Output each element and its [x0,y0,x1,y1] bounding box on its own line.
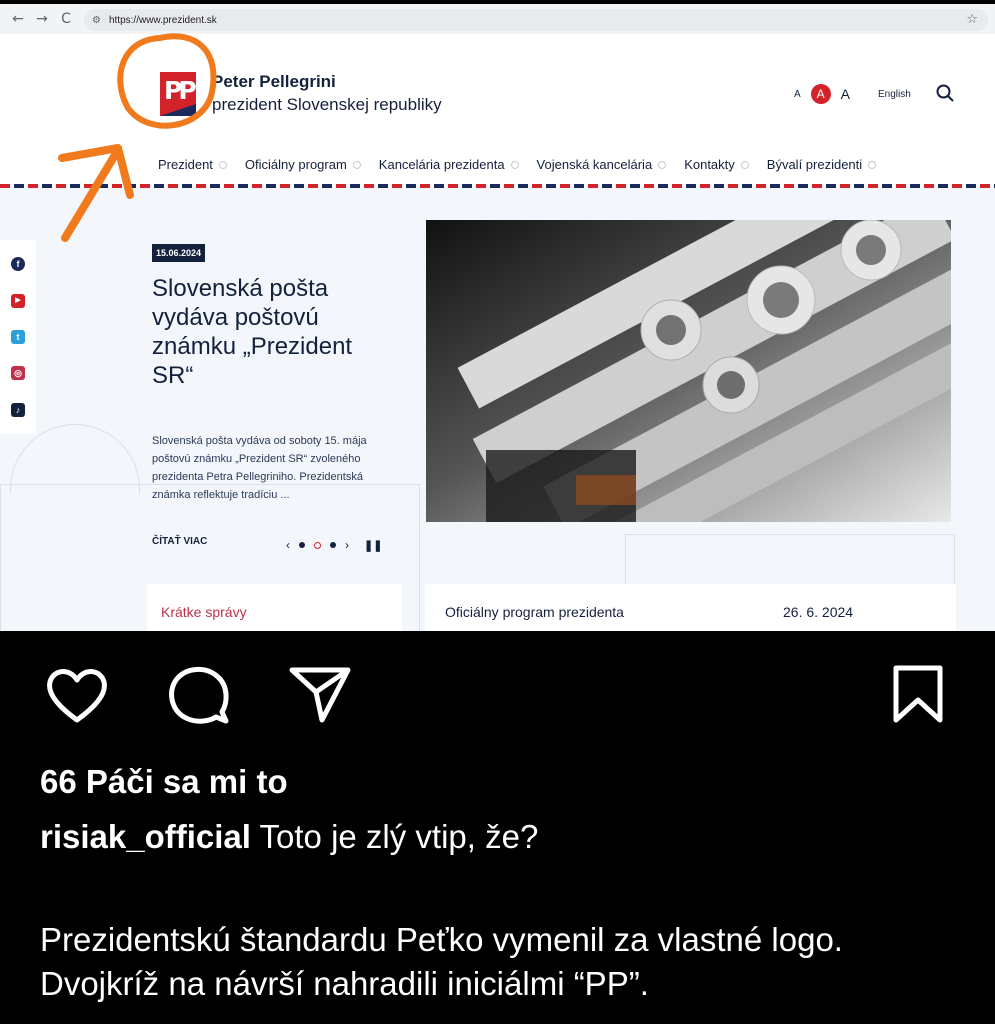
chevron-down-icon [352,160,361,169]
main-navigation: Prezident Oficiálny program Kancelária p… [158,157,877,172]
nav-item-label: Oficiálny program [244,157,347,172]
tiktok-icon[interactable]: ♪ [11,402,25,417]
official-program-date: 26. 6. 2024 [783,604,854,620]
bookmark-save-icon[interactable] [888,664,948,726]
background-dome-outline [10,424,140,494]
logo-initials: PP [164,76,197,105]
address-bar[interactable]: ⚙ https://www.prezident.sk ☆ [84,9,988,31]
nav-item-kontakty[interactable]: Kontakty [684,157,749,172]
site-info-icon[interactable]: ⚙ [92,15,101,26]
article-excerpt: Slovenská pošta vydáva od soboty 15. máj… [152,435,367,501]
carousel-controls: ‹ › ❚❚ [286,538,382,552]
forward-icon[interactable]: → [30,11,54,27]
logo-triangle [160,104,196,116]
website-screenshot: ← → C ⚙ https://www.prezident.sk ☆ PP Pe… [0,0,995,631]
heart-icon[interactable] [44,664,110,726]
chevron-down-icon [658,160,667,169]
site-name[interactable]: Peter Pellegrini [212,72,336,92]
language-link[interactable]: English [878,89,911,100]
site-page: PP Peter Pellegrini prezident Slovenskej… [0,34,995,631]
carousel-prev-icon[interactable]: ‹ [286,538,290,552]
nav-item-byvali-prezidenti[interactable]: Bývalí prezidenti [766,157,877,172]
facebook-icon[interactable]: f [11,257,25,272]
nav-item-kancelaria[interactable]: Kancelária prezidenta [379,157,519,172]
font-size-large[interactable]: A [841,86,850,102]
carousel-dot[interactable] [330,542,336,548]
chevron-down-icon [868,160,877,169]
hero-section: f ▶ t ◎ ♪ 15.06.2024 Slovenská pošta vyd… [0,188,995,631]
carousel-dot-active[interactable] [314,541,321,549]
carousel-pause-icon[interactable]: ❚❚ [364,539,382,552]
carousel-dot[interactable] [299,542,305,548]
post-username[interactable]: risiak_official [40,818,251,855]
official-program-title: Oficiálny program prezidenta [445,604,624,620]
pp-logo[interactable]: PP [160,72,197,116]
nav-item-vojenska-kancelaria[interactable]: Vojenská kancelária [537,157,667,172]
bookmark-star-icon[interactable]: ☆ [966,12,978,27]
back-icon[interactable]: ← [6,11,30,27]
youtube-icon[interactable]: ▶ [11,293,25,308]
hero-image-stamp-printing[interactable] [426,220,951,522]
instagram-icon[interactable]: ◎ [11,366,25,381]
nav-item-oficialny-program[interactable]: Oficiálny program [245,157,361,172]
font-size-switcher: A A A [794,84,850,104]
instagram-post-footer: 66 Páči sa mi to risiak_official Toto je… [0,631,995,1024]
carousel-next-icon[interactable]: › [345,538,349,552]
caption-body: Prezidentskú štandardu Peťko vymenil za … [40,921,843,1002]
nav-item-label: Kancelária prezidenta [378,157,505,172]
nav-item-label: Prezident [158,157,213,172]
site-subtitle: prezident Slovenskej republiky [212,95,442,114]
article-date-badge: 15.06.2024 [152,244,206,262]
search-icon[interactable] [936,84,954,102]
site-header: PP Peter Pellegrini prezident Slovenskej… [0,34,995,188]
chevron-down-icon [740,160,749,169]
read-more-link[interactable]: ČÍTAŤ VIAC [152,536,207,547]
comment-icon[interactable] [166,664,232,726]
short-news-title: Krátke správy [161,604,247,620]
nav-item-label: Bývalí prezidenti [766,157,863,172]
short-news-card[interactable]: Krátke správy [147,584,402,631]
official-program-card[interactable]: Oficiálny program prezidenta 26. 6. 2024 [425,584,956,631]
social-sidebar: f ▶ t ◎ ♪ [0,240,36,434]
font-size-small[interactable]: A [794,89,801,100]
likes-count[interactable]: 66 Páči sa mi to [40,763,288,801]
chevron-down-icon [218,160,227,169]
font-size-medium[interactable]: A [810,84,831,104]
caption-text: Toto je zlý vtip, že? [259,818,539,855]
browser-toolbar: ← → C ⚙ https://www.prezident.sk ☆ [0,0,995,34]
chevron-down-icon [510,160,519,169]
url-text[interactable]: https://www.prezident.sk [109,15,217,26]
share-send-icon[interactable] [288,664,354,726]
nav-item-prezident[interactable]: Prezident [158,157,227,172]
twitter-icon[interactable]: t [11,329,25,344]
nav-item-label: Vojenská kancelária [536,157,653,172]
reload-icon[interactable]: C [54,11,78,27]
article-headline[interactable]: Slovenská pošta vydáva poštovú známku „P… [152,274,392,390]
caption-first-line: risiak_official Toto je zlý vtip, že? [40,818,538,856]
nav-item-label: Kontakty [684,157,735,172]
